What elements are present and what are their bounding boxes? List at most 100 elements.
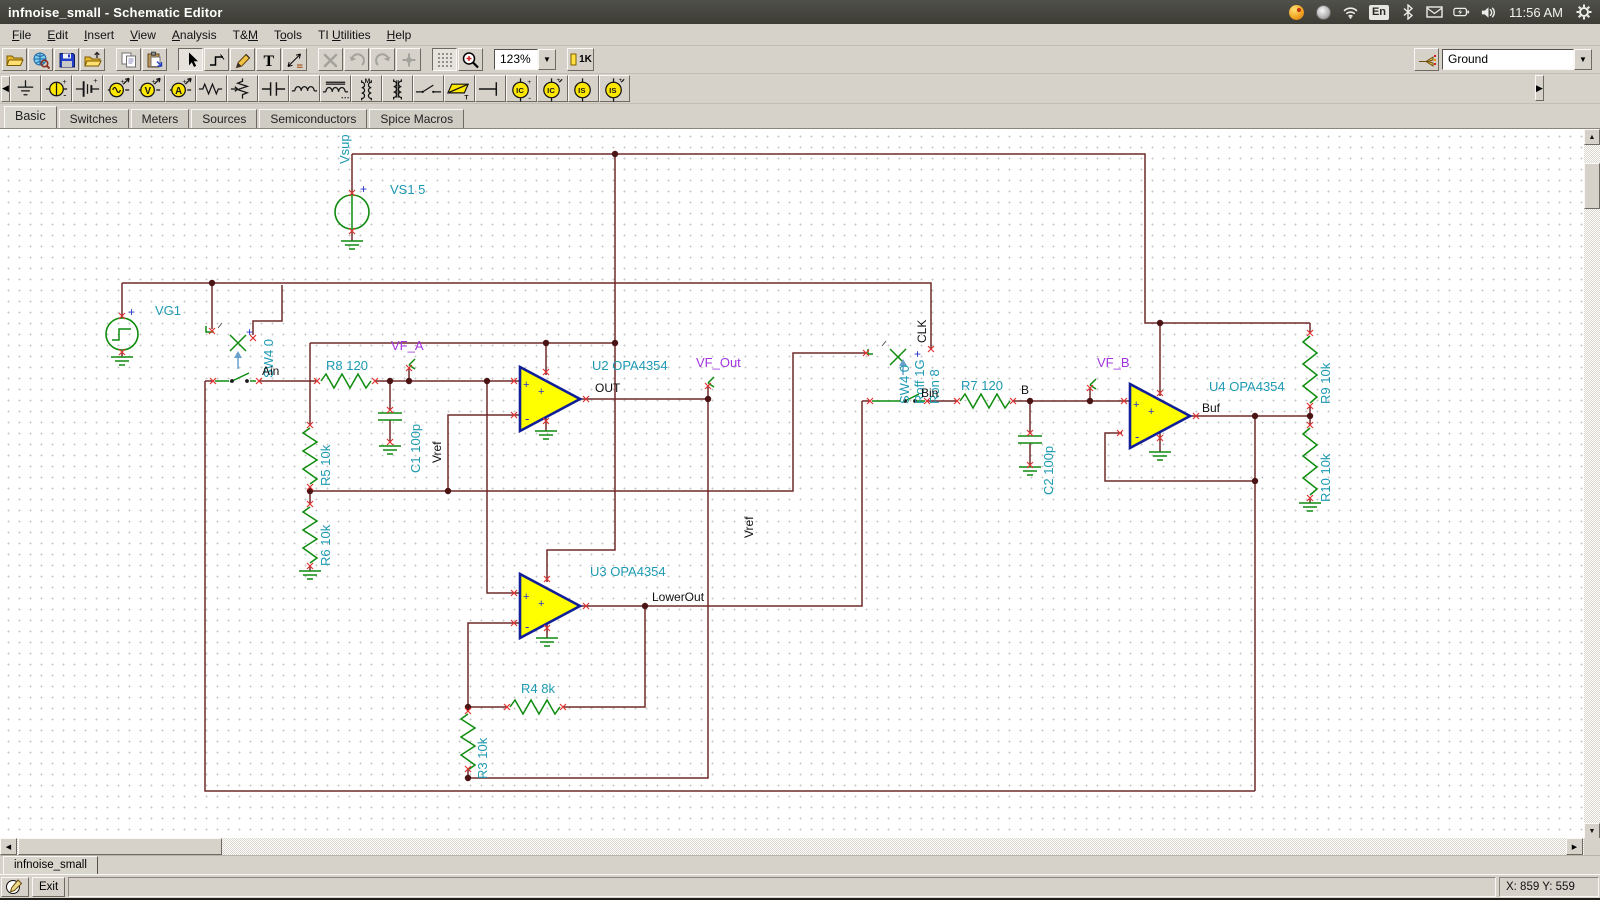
component-controlled-switch-button[interactable]: T	[444, 75, 475, 102]
component-voltage-source-button[interactable]: +-	[41, 75, 72, 102]
component-controlled-source-is-2-button[interactable]: IS+	[599, 75, 630, 102]
controlled-switch-icon: T	[445, 76, 474, 102]
redo-button[interactable]	[370, 48, 395, 71]
zoom-lens-icon	[461, 51, 481, 69]
scroll-up-button[interactable]: ▲	[1584, 129, 1600, 145]
component-iron-core-inductor-button[interactable]	[320, 75, 351, 102]
menu-insert[interactable]: Insert	[76, 26, 122, 44]
bluetooth-icon[interactable]	[1399, 4, 1416, 21]
component-voltmeter-button[interactable]: V+	[134, 75, 165, 102]
component-ground-button[interactable]	[10, 75, 41, 102]
component-selector-value: Ground	[1442, 49, 1574, 70]
schematic-label-r7-120: R7 120	[961, 378, 1003, 393]
palette-tab-sources[interactable]: Sources	[191, 109, 257, 128]
dimension-tool-button[interactable]	[282, 48, 307, 71]
component-ammeter-button[interactable]: A+	[165, 75, 196, 102]
zoom-tool-button[interactable]	[458, 48, 483, 71]
palette-scroll-right[interactable]: ▶	[1535, 75, 1544, 101]
scroll-right-button[interactable]: ▶	[1566, 838, 1583, 855]
schematic-label--: -	[1135, 429, 1139, 444]
delete-button[interactable]	[318, 48, 343, 71]
schematic-label--: +	[1148, 406, 1154, 418]
component-potentiometer-button[interactable]	[227, 75, 258, 102]
symbol-button[interactable]	[396, 48, 421, 71]
exit-button[interactable]: Exit	[32, 877, 65, 897]
settings-gear-icon[interactable]	[1575, 4, 1592, 21]
menu-view[interactable]: View	[122, 26, 164, 44]
component-controlled-source-ic-2-button[interactable]: IC+	[537, 75, 568, 102]
component-selector-combobox[interactable]: Ground▼	[1442, 49, 1592, 70]
mail-icon[interactable]	[1426, 4, 1443, 21]
component-inductor-button[interactable]	[289, 75, 320, 102]
paste-button[interactable]	[142, 48, 167, 71]
copy-button[interactable]	[116, 48, 141, 71]
component-transformer-button[interactable]	[382, 75, 413, 102]
open-folder-icon	[5, 51, 25, 69]
save-icon	[57, 51, 77, 69]
horizontal-scrollbar[interactable]: ◀ ▶	[0, 838, 1600, 855]
menu-help[interactable]: Help	[379, 26, 420, 44]
schematic-canvas[interactable]: VsupVS1 5VG1SW4 0AinR8 120VF_AC1 100pVre…	[0, 129, 1584, 839]
schematic-label-vf-out: VF_Out	[696, 355, 741, 370]
palette-tab-semiconductors[interactable]: Semiconductors	[259, 109, 367, 128]
component-resistor-button[interactable]	[196, 75, 227, 102]
text-tool-button[interactable]: T	[256, 48, 281, 71]
zoom-dropdown-button[interactable]: ▼	[538, 49, 556, 70]
grid-toggle-button[interactable]	[432, 48, 457, 71]
component-controlled-source-is-1-button[interactable]: IS	[568, 75, 599, 102]
wire-tool-button[interactable]	[204, 48, 229, 71]
text-icon: T	[259, 51, 279, 69]
palette-tab-switches[interactable]: Switches	[59, 109, 129, 128]
palette-tab-meters[interactable]: Meters	[131, 109, 190, 128]
menu-t-m[interactable]: T&M	[225, 26, 266, 44]
schematic-label-ain: Ain	[262, 364, 279, 378]
menu-ti-utilities[interactable]: TI Utilities	[310, 26, 379, 44]
battery-icon[interactable]	[1453, 4, 1470, 21]
volume-knob-icon[interactable]	[1315, 4, 1332, 21]
component-voltage-generator-button[interactable]: +	[103, 75, 134, 102]
component-jumper-button[interactable]	[475, 75, 506, 102]
horizontal-scroll-thumb[interactable]	[18, 838, 222, 855]
vertical-scrollbar[interactable]: ▲ ▼	[1584, 129, 1600, 839]
keyboard-layout-icon[interactable]: En	[1369, 5, 1389, 20]
menu-edit[interactable]: Edit	[39, 26, 76, 44]
menu-tools[interactable]: Tools	[266, 26, 310, 44]
controlled-source-ic-2-icon: IC+	[538, 76, 567, 102]
undo-button[interactable]	[344, 48, 369, 71]
scroll-down-button[interactable]: ▼	[1584, 823, 1600, 839]
app-orange-icon[interactable]	[1288, 4, 1305, 21]
scroll-left-button[interactable]: ◀	[0, 838, 17, 855]
open-file-button[interactable]	[2, 48, 27, 71]
analysis-status-button[interactable]	[1, 877, 29, 897]
menu-analysis[interactable]: Analysis	[164, 26, 225, 44]
search-library-button[interactable]	[28, 48, 53, 71]
speaker-icon[interactable]	[1480, 4, 1497, 21]
component-switch-button[interactable]	[413, 75, 444, 102]
vertical-scroll-track[interactable]	[1584, 145, 1600, 823]
svg-text:+: +	[182, 77, 187, 86]
palette-scroll-left[interactable]: ◀	[1, 76, 10, 102]
palette-tab-spice-macros[interactable]: Spice Macros	[369, 109, 464, 128]
main-toolbar: T123%▼1KGround▼	[0, 46, 1600, 74]
component-capacitor-button[interactable]	[258, 75, 289, 102]
palette-tab-basic[interactable]: Basic	[4, 106, 57, 128]
svg-text:V: V	[145, 85, 152, 96]
document-tab[interactable]: infnoise_small	[3, 856, 98, 874]
pencil-icon	[233, 51, 253, 69]
menu-file[interactable]: File	[4, 26, 39, 44]
open-project-button[interactable]	[80, 48, 105, 71]
horizontal-scroll-track[interactable]	[0, 838, 1584, 855]
component-battery-button[interactable]: +	[72, 75, 103, 102]
select-cursor-button[interactable]	[178, 48, 203, 71]
vertical-scroll-thumb[interactable]	[1584, 163, 1600, 209]
component-selector-dropdown-button[interactable]: ▼	[1574, 49, 1592, 70]
pencil-tool-button[interactable]	[230, 48, 255, 71]
zoom-level-combobox[interactable]: 123%▼	[494, 49, 556, 70]
save-button[interactable]	[54, 48, 79, 71]
schematic-drawing[interactable]: VsupVS1 5VG1SW4 0AinR8 120VF_AC1 100pVre…	[0, 129, 1584, 839]
component-coupled-inductors-button[interactable]: M	[351, 75, 382, 102]
jump-to-component-button[interactable]	[1414, 48, 1439, 71]
wifi-icon[interactable]	[1342, 4, 1359, 21]
component-value-button[interactable]: 1K	[567, 48, 594, 71]
component-controlled-source-ic-1-button[interactable]: IC+-	[506, 75, 537, 102]
